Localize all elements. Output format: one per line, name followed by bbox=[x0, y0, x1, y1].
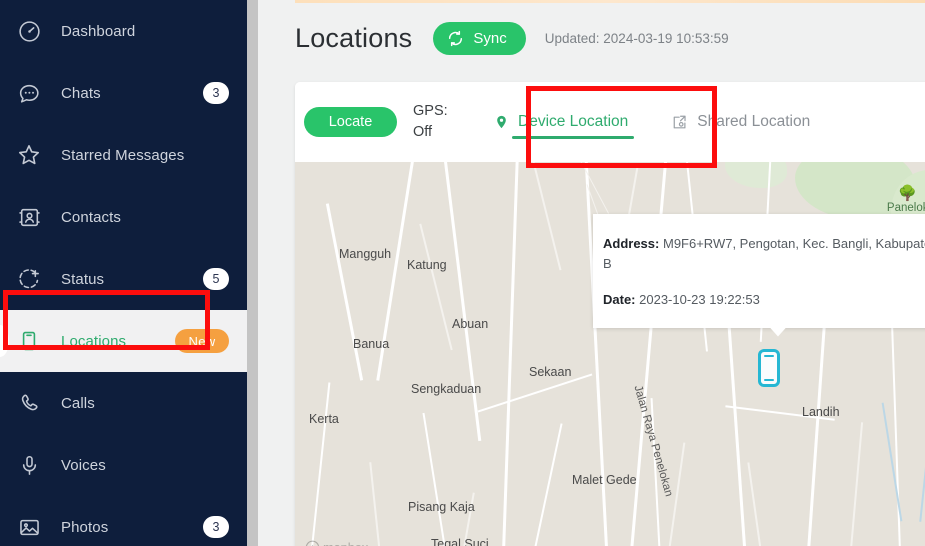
phone-call-icon bbox=[14, 388, 44, 418]
map-label: Katung bbox=[407, 258, 447, 272]
map-lane bbox=[574, 162, 610, 214]
map-label: Sekaan bbox=[529, 365, 572, 379]
sidebar-item-label: Photos bbox=[61, 518, 109, 536]
date-value: 2023-10-23 19:22:53 bbox=[639, 292, 760, 307]
map-label: Banua bbox=[353, 337, 390, 351]
map-road bbox=[477, 373, 593, 413]
map-road bbox=[806, 312, 827, 546]
map-road bbox=[422, 412, 450, 546]
sidebar: Dashboard Chats 3 Starred Messages Conta… bbox=[0, 0, 247, 546]
sidebar-badge-chats: 3 bbox=[203, 82, 229, 104]
sync-button-label: Sync bbox=[473, 30, 507, 47]
app-window: Dashboard Chats 3 Starred Messages Conta… bbox=[0, 0, 925, 546]
map-label: Abuan bbox=[452, 317, 489, 331]
map-label: Pisang Kaja bbox=[408, 500, 475, 514]
map-canvas[interactable]: 🌳 Panelok Nature P Mangguh Katung Abuan … bbox=[295, 162, 925, 546]
map-vegetation bbox=[725, 162, 787, 188]
map-road bbox=[309, 382, 331, 546]
sidebar-item-label: Status bbox=[61, 270, 105, 288]
address-row: Address: M9F6+RW7, Pengotan, Kec. Bangli… bbox=[603, 234, 925, 273]
location-info-popup: Address: M9F6+RW7, Pengotan, Kec. Bangli… bbox=[593, 214, 925, 337]
sidebar-item-status[interactable]: Status 5 bbox=[0, 248, 247, 310]
date-row: Date: 2023-10-23 19:22:53 bbox=[603, 290, 925, 310]
sidebar-item-label: Voices bbox=[61, 456, 106, 474]
locate-button[interactable]: Locate bbox=[304, 107, 397, 137]
chat-bubble-icon bbox=[14, 78, 44, 108]
map-lane bbox=[848, 422, 863, 546]
tab-shared-location-label: Shared Location bbox=[697, 113, 811, 130]
sidebar-item-starred-messages[interactable]: Starred Messages bbox=[0, 124, 247, 186]
sidebar-scrollbar[interactable] bbox=[247, 0, 258, 546]
image-icon bbox=[14, 512, 44, 542]
map-stream bbox=[919, 412, 925, 522]
address-key: Address: bbox=[603, 236, 660, 251]
map-road bbox=[501, 162, 520, 546]
sidebar-item-locations[interactable]: Locations New bbox=[0, 310, 247, 372]
sidebar-item-label: Contacts bbox=[61, 208, 121, 226]
sidebar-item-calls[interactable]: Calls bbox=[0, 372, 247, 434]
map-label: Tegal Suci bbox=[431, 537, 489, 546]
share-location-icon bbox=[671, 114, 688, 131]
map-lane bbox=[419, 223, 453, 351]
sidebar-badge-status: 5 bbox=[203, 268, 229, 290]
mapbox-attribution[interactable]: mapbox bbox=[305, 540, 368, 546]
map-lane bbox=[369, 462, 383, 546]
map-label: Kerta bbox=[309, 412, 339, 426]
sidebar-item-contacts[interactable]: Contacts bbox=[0, 186, 247, 248]
card-header: Locate GPS: Off Device Location Shared L… bbox=[295, 82, 925, 162]
main-content: Locations Sync Updated: 2024-03-19 10:53… bbox=[258, 0, 925, 546]
phone-device-icon bbox=[14, 326, 44, 356]
sidebar-badge-photos: 3 bbox=[203, 516, 229, 538]
gps-label: GPS: bbox=[413, 102, 448, 119]
sidebar-scrollbar-thumb[interactable] bbox=[247, 0, 258, 546]
gps-status: GPS: Off bbox=[413, 101, 469, 143]
map-label: Landih bbox=[802, 405, 840, 419]
mapbox-logo-text: mapbox bbox=[323, 540, 368, 546]
map-lane bbox=[747, 462, 765, 546]
location-tabs: Device Location Shared Location bbox=[490, 101, 814, 143]
sidebar-item-label: Dashboard bbox=[61, 22, 136, 40]
star-icon bbox=[14, 140, 44, 170]
map-road bbox=[725, 302, 747, 546]
speedometer-icon bbox=[14, 16, 44, 46]
sidebar-item-label: Chats bbox=[61, 84, 101, 102]
sidebar-item-label: Locations bbox=[61, 332, 127, 350]
date-key: Date: bbox=[603, 292, 636, 307]
tree-icon: 🌳 bbox=[898, 185, 918, 202]
location-card: Locate GPS: Off Device Location Shared L… bbox=[295, 82, 925, 546]
updated-timestamp: Updated: 2024-03-19 10:53:59 bbox=[544, 31, 729, 46]
sidebar-new-pill: New bbox=[175, 329, 229, 353]
map-label: Malet Gede bbox=[572, 473, 637, 487]
map-road bbox=[325, 203, 363, 381]
device-marker-icon[interactable] bbox=[758, 349, 780, 387]
refresh-icon bbox=[447, 30, 464, 47]
page-header: Locations Sync Updated: 2024-03-19 10:53… bbox=[295, 22, 729, 55]
map-label: Mangguh bbox=[339, 247, 392, 261]
sidebar-item-voices[interactable]: Voices bbox=[0, 434, 247, 496]
sidebar-item-photos[interactable]: Photos 3 bbox=[0, 496, 247, 546]
tab-device-location[interactable]: Device Location bbox=[490, 101, 635, 143]
top-accent-bar bbox=[295, 0, 925, 3]
popup-tail bbox=[769, 326, 787, 337]
sidebar-item-chats[interactable]: Chats 3 bbox=[0, 62, 247, 124]
map-lane bbox=[530, 162, 562, 271]
page-title: Locations bbox=[295, 23, 413, 53]
tab-shared-location[interactable]: Shared Location bbox=[667, 101, 814, 143]
tab-device-location-label: Device Location bbox=[518, 113, 629, 130]
map-road bbox=[529, 423, 563, 546]
gps-value: Off bbox=[413, 124, 433, 140]
map-stream bbox=[881, 402, 903, 522]
sidebar-item-label: Starred Messages bbox=[61, 146, 185, 164]
sync-button[interactable]: Sync bbox=[433, 22, 526, 55]
status-plus-icon bbox=[14, 264, 44, 294]
locate-button-label: Locate bbox=[328, 114, 373, 130]
sidebar-item-dashboard[interactable]: Dashboard bbox=[0, 0, 247, 62]
map-label: Sengkaduan bbox=[411, 382, 482, 396]
microphone-icon bbox=[14, 450, 44, 480]
sidebar-item-label: Calls bbox=[61, 394, 95, 412]
contact-card-icon bbox=[14, 202, 44, 232]
map-pin-icon bbox=[494, 113, 509, 131]
map-road bbox=[441, 162, 482, 442]
